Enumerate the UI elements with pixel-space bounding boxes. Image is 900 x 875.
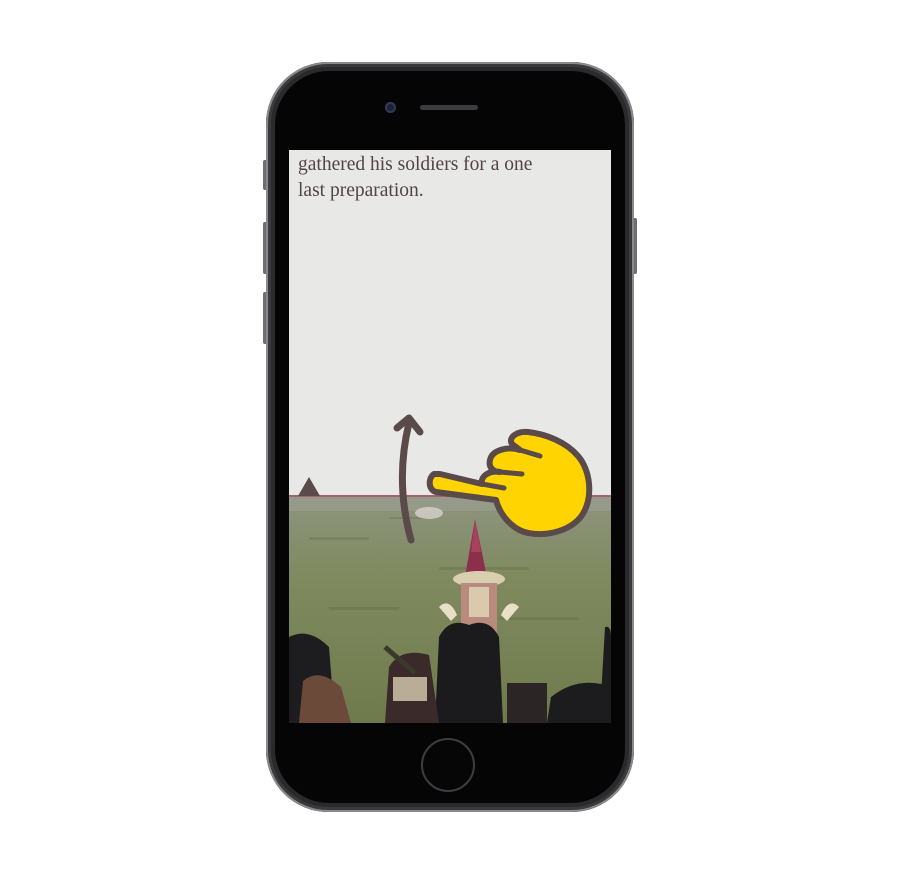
story-line-1: gathered his soldiers for a one — [298, 154, 533, 175]
battle-scene-photo — [289, 497, 611, 723]
battle-scene-illustration — [289, 497, 611, 723]
reader-screen[interactable]: gathered his soldiers for a one last pre… — [289, 150, 611, 723]
stage: gathered his soldiers for a one last pre… — [0, 0, 900, 875]
home-button[interactable] — [421, 738, 475, 792]
story-text: gathered his soldiers for a one last pre… — [298, 152, 608, 204]
front-camera-icon — [385, 102, 396, 113]
story-line-2: last preparation. — [298, 180, 424, 201]
earpiece-speaker — [420, 105, 478, 110]
